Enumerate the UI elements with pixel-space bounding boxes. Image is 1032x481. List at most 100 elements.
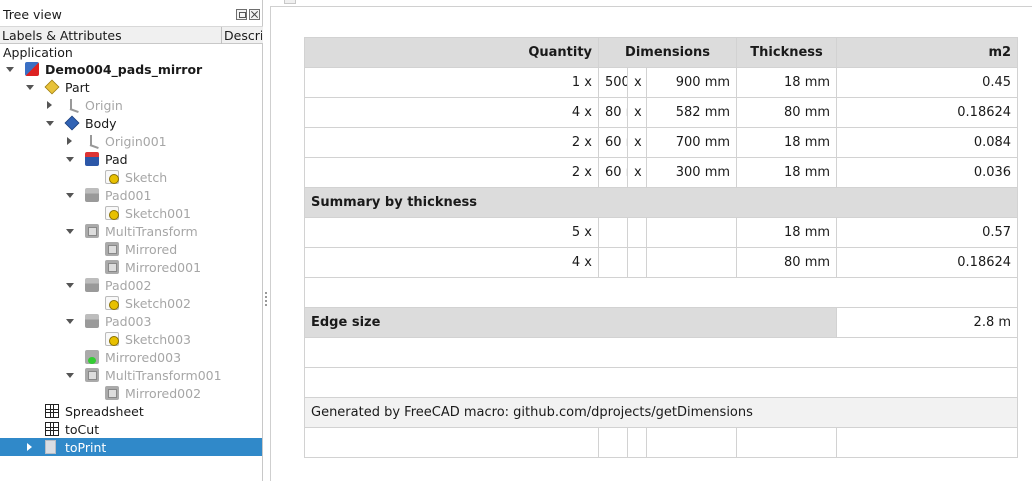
thickness-cell[interactable]: 18 mm [736, 157, 838, 188]
thickness-cell[interactable]: 18 mm [736, 67, 838, 98]
summary-quantity-cell[interactable]: 4 x [303, 247, 600, 278]
tree-item-label: toPrint [65, 440, 107, 455]
summary-area-cell[interactable]: 0.57 [836, 217, 1019, 248]
tree-item[interactable]: Sketch002 [0, 294, 262, 312]
tree-item[interactable]: Origin001 [0, 132, 262, 150]
column-separator[interactable] [221, 27, 222, 44]
tree-item[interactable]: Pad002 [0, 276, 262, 294]
tree-item[interactable]: Demo004_pads_mirror [0, 60, 262, 78]
quantity-cell[interactable]: 2 x [303, 127, 600, 158]
dimension-a-cell[interactable]: 60 mm [598, 157, 629, 188]
header-thickness[interactable]: Thickness [736, 37, 838, 68]
expand-arrow-icon[interactable] [6, 67, 14, 72]
empty-cell[interactable] [303, 427, 600, 458]
tree-item[interactable]: Part [0, 78, 262, 96]
empty-cell[interactable] [646, 217, 738, 248]
dimension-a-cell[interactable]: 500 mm [598, 67, 629, 98]
dimension-a-cell[interactable]: 60 mm [598, 127, 629, 158]
tree-item[interactable]: Sketch [0, 168, 262, 186]
empty-cell[interactable] [303, 277, 1019, 308]
expand-arrow-icon[interactable] [26, 85, 34, 90]
empty-cell[interactable] [627, 217, 648, 248]
expand-arrow-icon[interactable] [66, 373, 74, 378]
expand-arrow-icon[interactable] [66, 229, 74, 234]
summary-title-cell[interactable]: Summary by thickness [303, 187, 1019, 218]
float-panel-icon[interactable] [236, 9, 247, 20]
origin-icon [65, 98, 79, 112]
tree-item[interactable]: Pad001 [0, 186, 262, 204]
area-cell[interactable]: 0.036 [836, 157, 1019, 188]
empty-cell[interactable] [736, 427, 838, 458]
quantity-cell[interactable]: 1 x [303, 67, 600, 98]
page-icon [45, 440, 56, 454]
tree-item[interactable]: Sketch001 [0, 204, 262, 222]
expand-arrow-icon[interactable] [66, 283, 74, 288]
tree-item[interactable]: Spreadsheet [0, 402, 262, 420]
header-quantity[interactable]: Quantity [303, 37, 600, 68]
dimension-b-cell[interactable]: 900 mm [646, 67, 738, 98]
tree-item[interactable]: Mirrored [0, 240, 262, 258]
header-dimensions[interactable]: Dimensions [598, 37, 738, 68]
summary-thickness-cell[interactable]: 80 mm [736, 247, 838, 278]
tree-item[interactable]: Mirrored001 [0, 258, 262, 276]
thickness-cell[interactable]: 80 mm [736, 97, 838, 128]
expand-arrow-icon[interactable] [46, 121, 54, 126]
summary-title-row: Summary by thickness [303, 187, 1019, 218]
dimension-b-cell[interactable]: 700 mm [646, 127, 738, 158]
expand-arrow-icon[interactable] [66, 319, 74, 324]
tree-item[interactable]: toCut [0, 420, 262, 438]
collapse-arrow-icon[interactable] [47, 101, 52, 109]
area-cell[interactable]: 0.084 [836, 127, 1019, 158]
times-cell[interactable]: x [627, 157, 648, 188]
collapse-arrow-icon[interactable] [67, 137, 72, 145]
empty-cell[interactable] [303, 367, 1019, 398]
pad-icon [85, 152, 99, 166]
header-area[interactable]: m2 [836, 37, 1019, 68]
summary-area-cell[interactable]: 0.18624 [836, 247, 1019, 278]
close-panel-icon[interactable] [249, 9, 260, 20]
column-header-labels[interactable]: Labels & Attributes [2, 28, 122, 43]
summary-quantity-cell[interactable]: 5 x [303, 217, 600, 248]
tree-item[interactable]: MultiTransform001 [0, 366, 262, 384]
summary-thickness-cell[interactable]: 18 mm [736, 217, 838, 248]
tree-item[interactable]: toPrint [0, 438, 262, 456]
edge-size-value-cell[interactable]: 2.8 m [836, 307, 1019, 338]
empty-cell[interactable] [598, 247, 629, 278]
empty-cell[interactable] [598, 427, 629, 458]
tree-item[interactable]: Mirrored003 [0, 348, 262, 366]
dimension-b-cell[interactable]: 582 mm [646, 97, 738, 128]
tree-item[interactable]: Sketch003 [0, 330, 262, 348]
thickness-cell[interactable]: 18 mm [736, 127, 838, 158]
times-cell[interactable]: x [627, 127, 648, 158]
times-cell[interactable]: x [627, 97, 648, 128]
document-tab[interactable] [284, 0, 296, 4]
tree-item[interactable]: Pad [0, 150, 262, 168]
empty-cell[interactable] [303, 337, 1019, 368]
tree-item-label: toCut [65, 422, 100, 437]
empty-cell[interactable] [627, 247, 648, 278]
collapse-arrow-icon[interactable] [27, 443, 32, 451]
generated-by-cell[interactable]: Generated by FreeCAD macro: github.com/d… [303, 397, 1019, 428]
area-cell[interactable]: 0.45 [836, 67, 1019, 98]
tree-item[interactable]: Body [0, 114, 262, 132]
empty-cell[interactable] [598, 217, 629, 248]
area-cell[interactable]: 0.18624 [836, 97, 1019, 128]
panel-splitter-handle[interactable] [265, 292, 267, 306]
edge-size-label-cell[interactable]: Edge size [303, 307, 838, 338]
empty-cell[interactable] [627, 427, 648, 458]
empty-cell[interactable] [836, 427, 1019, 458]
tree-item[interactable]: Origin [0, 96, 262, 114]
quantity-cell[interactable]: 2 x [303, 157, 600, 188]
quantity-cell[interactable]: 4 x [303, 97, 600, 128]
empty-cell[interactable] [646, 427, 738, 458]
column-header-description[interactable]: Descri [224, 28, 262, 43]
tree-item[interactable]: Mirrored002 [0, 384, 262, 402]
expand-arrow-icon[interactable] [66, 157, 74, 162]
tree-item[interactable]: Pad003 [0, 312, 262, 330]
tree-item[interactable]: MultiTransform [0, 222, 262, 240]
times-cell[interactable]: x [627, 67, 648, 98]
dimension-a-cell[interactable]: 80 mm [598, 97, 629, 128]
expand-arrow-icon[interactable] [66, 193, 74, 198]
empty-cell[interactable] [646, 247, 738, 278]
dimension-b-cell[interactable]: 300 mm [646, 157, 738, 188]
